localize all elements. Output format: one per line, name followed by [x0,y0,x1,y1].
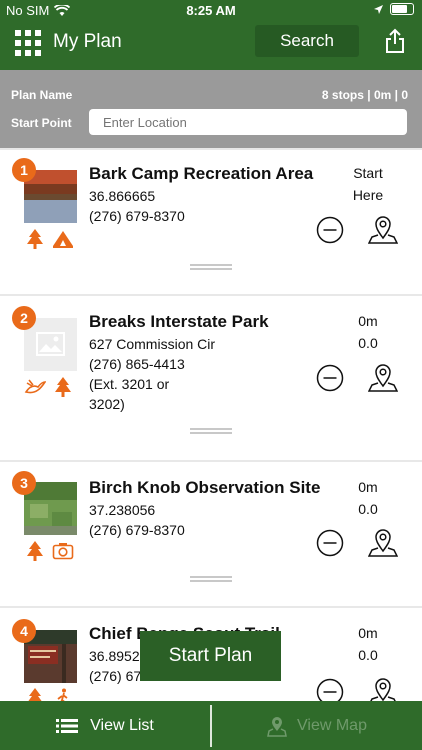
map-pin-button[interactable] [368,527,398,559]
stop-distance: 0m [358,479,378,495]
list-item[interactable]: 3 Birch Knob Observation Site 37.238056 … [0,462,422,606]
view-list-label: View List [90,716,154,734]
stop-distance: 0m [358,313,378,329]
stop-detail-line: 36.8952 [89,648,140,664]
battery-icon [390,3,414,15]
stop-distance: 0m [358,625,378,641]
birding-icon [24,379,46,394]
camera-icon [52,543,74,560]
stop-name[interactable]: Birch Knob Observation Site [89,478,320,498]
stop-time: Here [352,187,384,203]
search-button[interactable]: Search [255,25,359,57]
stop-number-badge: 1 [12,158,36,182]
status-time: 8:25 AM [186,3,236,18]
start-point-label: Start Point [11,116,72,130]
stop-address: 627 Commission Cir [89,336,216,352]
plan-summary: 8 stops | 0m | 0 [321,88,408,102]
view-list-tab[interactable]: View List [0,701,210,750]
drag-handle[interactable] [190,428,232,434]
tree-icon [27,229,43,249]
stop-name[interactable]: Breaks Interstate Park [89,312,269,332]
drag-handle[interactable] [190,576,232,582]
stop-phone[interactable]: (276) 679-8370 [89,520,185,540]
remove-stop-button[interactable] [316,364,344,392]
map-pin-button[interactable] [368,214,398,246]
remove-stop-button[interactable] [316,529,344,557]
list-icon [56,718,79,733]
start-location-input[interactable] [89,109,407,135]
stop-detail-line: 36.866665 [89,188,156,204]
location-arrow-icon [374,4,383,14]
tree-icon [55,377,71,397]
share-icon[interactable] [384,28,406,54]
plan-settings-bar: Plan Name 8 stops | 0m | 0 Start Point [0,70,422,148]
drag-handle[interactable] [190,264,232,270]
menu-grid-icon[interactable] [15,30,41,56]
map-pin-icon [267,716,287,737]
plan-name-label: Plan Name [11,88,73,102]
remove-stop-button[interactable] [316,216,344,244]
tree-icon [27,541,43,561]
camping-icon [53,231,73,248]
view-map-tab[interactable]: View Map [212,701,422,750]
stop-number-badge: 3 [12,471,36,495]
view-map-label: View Map [297,716,367,734]
stop-time: 0.0 [358,501,378,517]
list-item[interactable]: 1 Bark Camp Recreation Area 36.866665 (2… [0,150,422,294]
stop-name[interactable]: Bark Camp Recreation Area [89,164,313,184]
stop-time: 0.0 [358,335,378,351]
stop-phone[interactable]: (276) 865-4413 [89,354,215,374]
map-pin-button[interactable] [368,362,398,394]
start-plan-button[interactable]: Start Plan [140,631,281,681]
stop-detail-line: 3202) [89,396,125,412]
stop-detail-line: 37.238056 [89,502,156,518]
page-title: My Plan [53,31,122,52]
list-item[interactable]: 2 Breaks Interstate Park 627 Commission … [0,296,422,460]
status-bar: No SIM 8:25 AM [0,0,422,22]
stop-distance: Start [353,165,383,181]
app-header: My Plan Search [0,22,422,70]
stop-number-badge: 4 [12,619,36,643]
stop-phone[interactable]: (276) 679-8370 [89,206,185,226]
stop-number-badge: 2 [12,306,36,330]
stop-phone[interactable]: (276) 67 [89,666,141,686]
stop-detail-line: (Ext. 3201 or [89,376,170,392]
bottom-tab-bar: View List View Map [0,701,422,750]
stop-time: 0.0 [358,647,378,663]
